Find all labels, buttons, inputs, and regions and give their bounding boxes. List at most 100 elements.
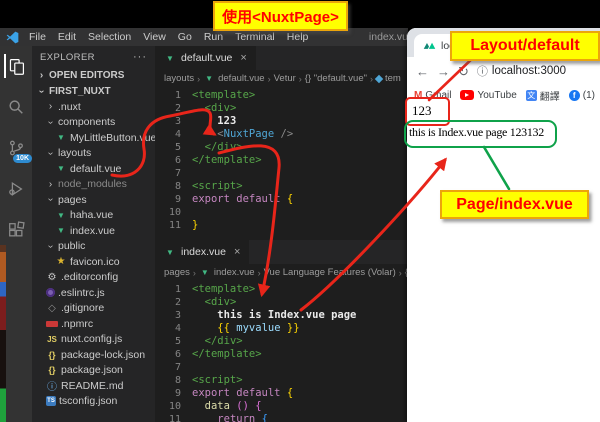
file-MyLittleButton.vue[interactable]: ▼MyLittleButton.vue <box>32 130 155 146</box>
site-info-icon[interactable]: ⓘ <box>477 63 488 79</box>
close-tab-icon[interactable]: × <box>240 52 246 64</box>
tab-default-vue[interactable]: ▼ default.vue × <box>155 46 256 70</box>
forward-icon[interactable]: → <box>437 65 450 78</box>
file-components[interactable]: ›components <box>32 115 155 131</box>
source-control-icon[interactable]: 10K <box>4 136 28 160</box>
open-editors-section[interactable]: › OPEN EDITORS <box>32 68 155 84</box>
file-pages[interactable]: ›pages <box>32 192 155 208</box>
bookmark-translate[interactable]: 文翻譯 <box>526 88 560 103</box>
editor-area: ▼ default.vue × layouts›▼default.vue›Vet… <box>155 46 408 422</box>
line-number: 1 <box>155 89 192 102</box>
vue-file-icon: ▼ <box>55 132 67 144</box>
file-.editorconfig[interactable]: ⚙.editorconfig <box>32 270 155 286</box>
code-line[interactable]: 8<script> <box>155 180 408 193</box>
explorer-icon[interactable] <box>4 54 28 78</box>
more-actions-icon[interactable]: ··· <box>133 51 147 63</box>
file-node_modules[interactable]: ›node_modules <box>32 177 155 193</box>
browser-page-content <box>407 105 600 422</box>
code-editor-index-vue[interactable]: 1<template>2 <div>3 this is Index.vue pa… <box>155 281 408 422</box>
page-text-layout-123: 123 <box>412 103 432 119</box>
code-line[interactable]: 2 <div> <box>155 296 408 309</box>
code-line[interactable]: 11 return { <box>155 413 408 422</box>
file-default.vue[interactable]: ▼default.vue <box>32 161 155 177</box>
run-debug-icon[interactable] <box>4 177 28 201</box>
search-icon[interactable] <box>4 95 28 119</box>
menu-run[interactable]: Run <box>198 31 229 43</box>
vue-file-icon: ▼ <box>55 225 67 237</box>
code-line[interactable]: 5 </div> <box>155 141 408 154</box>
line-number: 9 <box>155 387 192 400</box>
code-line[interactable]: 4 {{ myvalue }} <box>155 322 408 335</box>
code-line[interactable]: 3 this is Index.vue page <box>155 309 408 322</box>
menu-file[interactable]: File <box>23 31 52 43</box>
chevron-icon: › <box>45 195 56 204</box>
line-number: 4 <box>155 128 192 141</box>
back-icon[interactable]: ← <box>416 65 429 78</box>
breadcrumb-index-vue[interactable]: pages›▼index.vue›Vue Language Features (… <box>155 264 408 281</box>
line-number: 8 <box>155 374 192 387</box>
file-public[interactable]: ›public <box>32 239 155 255</box>
breadcrumb-separator: › <box>399 268 402 278</box>
chevron-icon: › <box>45 149 56 158</box>
vscode-logo-icon <box>5 30 19 44</box>
nuxt-icon <box>423 39 436 53</box>
chevron-right-icon: › <box>37 70 46 81</box>
code-line[interactable]: 2 <div> <box>155 102 408 115</box>
line-number: 2 <box>155 296 192 309</box>
code-line[interactable]: 4 <NuxtPage /> <box>155 128 408 141</box>
code-line[interactable]: 3 123 <box>155 115 408 128</box>
code-line[interactable]: 1<template> <box>155 283 408 296</box>
line-number: 11 <box>155 413 192 422</box>
menu-edit[interactable]: Edit <box>52 31 82 43</box>
breadcrumb-segment: Vetur <box>274 73 296 84</box>
extensions-icon[interactable] <box>4 218 28 242</box>
chevron-icon: › <box>46 179 55 190</box>
file-.npmrc[interactable]: .npmrc <box>32 316 155 332</box>
close-tab-icon[interactable]: × <box>234 246 240 258</box>
file-favicon.ico[interactable]: ★favicon.ico <box>32 254 155 270</box>
menu-view[interactable]: View <box>137 31 172 43</box>
file-nuxt.config.js[interactable]: JSnuxt.config.js <box>32 332 155 348</box>
menu-selection[interactable]: Selection <box>82 31 137 43</box>
code-line[interactable]: 8<script> <box>155 374 408 387</box>
code-line[interactable]: 9export default { <box>155 193 408 206</box>
address-bar[interactable]: ⓘ localhost:3000 <box>477 63 566 79</box>
code-line[interactable]: 5 </div> <box>155 335 408 348</box>
file-.eslintrc.js[interactable]: .eslintrc.js <box>32 285 155 301</box>
menu-go[interactable]: Go <box>172 31 198 43</box>
reload-icon[interactable]: ↻ <box>458 65 469 78</box>
bookmark-youtube[interactable]: YouTube <box>460 90 516 101</box>
menu-terminal[interactable]: Terminal <box>229 31 281 43</box>
code-line[interactable]: 7 <box>155 167 408 180</box>
file-layouts[interactable]: ›layouts <box>32 146 155 162</box>
code-line[interactable]: 11} <box>155 219 408 232</box>
file-index.vue[interactable]: ▼index.vue <box>32 223 155 239</box>
menu-help[interactable]: Help <box>281 31 315 43</box>
file-.nuxt[interactable]: ›.nuxt <box>32 99 155 115</box>
vscode-menubar: FileEditSelectionViewGoRunTerminalHelp <box>23 31 314 43</box>
project-root-folder[interactable]: › FIRST_NUXT <box>32 84 155 100</box>
code-line[interactable]: 7 <box>155 361 408 374</box>
file-README.md[interactable]: ⓘREADME.md <box>32 378 155 394</box>
file-tsconfig.json[interactable]: TStsconfig.json <box>32 394 155 410</box>
code-line[interactable]: 6</template> <box>155 348 408 361</box>
vue-file-icon: ▼ <box>164 246 176 258</box>
breadcrumb-default-vue[interactable]: layouts›▼default.vue›Vetur›{} "default.v… <box>155 70 408 87</box>
file-package.json[interactable]: {}package.json <box>32 363 155 379</box>
tab-index-vue[interactable]: ▼ index.vue × <box>155 240 249 264</box>
facebook-icon: f <box>569 90 580 101</box>
breadcrumb-segment: index.vue <box>214 267 255 278</box>
code-line[interactable]: 6</template> <box>155 154 408 167</box>
code-line[interactable]: 1<template> <box>155 89 408 102</box>
code-line[interactable]: 9export default { <box>155 387 408 400</box>
code-line[interactable]: 10 <box>155 206 408 219</box>
bookmark-facebook[interactable]: f(1) <box>569 90 595 101</box>
line-number: 9 <box>155 193 192 206</box>
code-editor-default-vue[interactable]: 1<template>2 <div>3 1234 <NuxtPage />5 <… <box>155 87 408 240</box>
file-haha.vue[interactable]: ▼haha.vue <box>32 208 155 224</box>
file-.gitignore[interactable]: ◇.gitignore <box>32 301 155 317</box>
chevron-icon: › <box>45 242 56 251</box>
file-package-lock.json[interactable]: {}package-lock.json <box>32 347 155 363</box>
line-number: 10 <box>155 206 192 219</box>
code-line[interactable]: 10 data () { <box>155 400 408 413</box>
